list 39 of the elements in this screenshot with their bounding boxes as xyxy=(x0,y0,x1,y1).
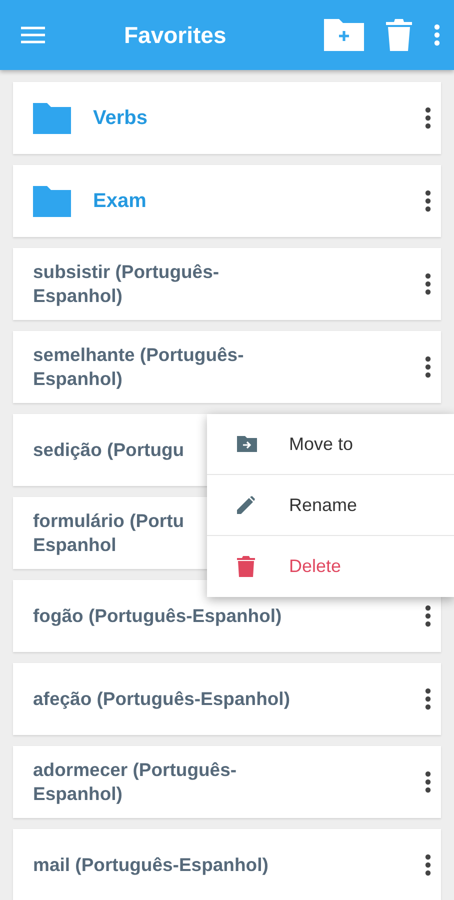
word-label: subsistir (Português- Espanhol) xyxy=(33,260,220,308)
word-label: afeção (Português-Espanhol) xyxy=(33,686,290,711)
word-label: mail (Português-Espanhol) xyxy=(33,852,268,877)
word-label: semelhante (Português- Espanhol) xyxy=(33,342,244,391)
more-icon xyxy=(434,24,440,46)
folder-name: Exam xyxy=(93,189,146,214)
new-folder-button[interactable] xyxy=(324,19,364,51)
more-icon xyxy=(425,771,431,793)
folder-name: Verbs xyxy=(93,106,148,131)
folder-icon xyxy=(33,186,71,216)
folder-arrow-icon xyxy=(237,436,257,452)
word-label: sedição (Portugu xyxy=(33,438,184,462)
more-icon xyxy=(425,190,431,212)
more-icon xyxy=(425,273,431,295)
word-card[interactable]: afeção (Português-Espanhol) xyxy=(13,663,441,735)
menu-item[interactable]: Move to xyxy=(207,414,454,475)
word-card[interactable]: adormecer (Português- Espanhol) xyxy=(13,746,441,818)
word-label: formulário (Portu Espanhol xyxy=(33,508,184,557)
word-card[interactable]: mail (Português-Espanhol) xyxy=(13,829,441,900)
word-label: fogão (Português-Espanhol) xyxy=(33,604,282,628)
word-card[interactable]: semelhante (Português- Espanhol) xyxy=(13,331,441,403)
menu-button[interactable] xyxy=(20,25,46,45)
more-icon xyxy=(425,107,431,129)
more-icon xyxy=(425,854,431,876)
pencil-icon xyxy=(237,496,255,514)
word-label: adormecer (Português- Espanhol) xyxy=(33,758,237,806)
more-icon xyxy=(425,356,431,378)
folder-card[interactable]: Verbs xyxy=(13,82,441,154)
folder-icon xyxy=(33,102,71,134)
word-card[interactable]: subsistir (Português- Espanhol) xyxy=(13,248,441,320)
menu-item[interactable]: Rename xyxy=(207,475,454,536)
overflow-menu-button[interactable] xyxy=(434,24,440,46)
folder-card[interactable]: Exam xyxy=(13,165,441,237)
menu-item[interactable]: Delete xyxy=(207,536,454,597)
delete-button[interactable] xyxy=(386,19,412,51)
more-icon xyxy=(425,688,431,710)
app-title: Favorites xyxy=(124,22,228,48)
trash-icon xyxy=(237,556,255,577)
more-icon xyxy=(425,605,431,627)
